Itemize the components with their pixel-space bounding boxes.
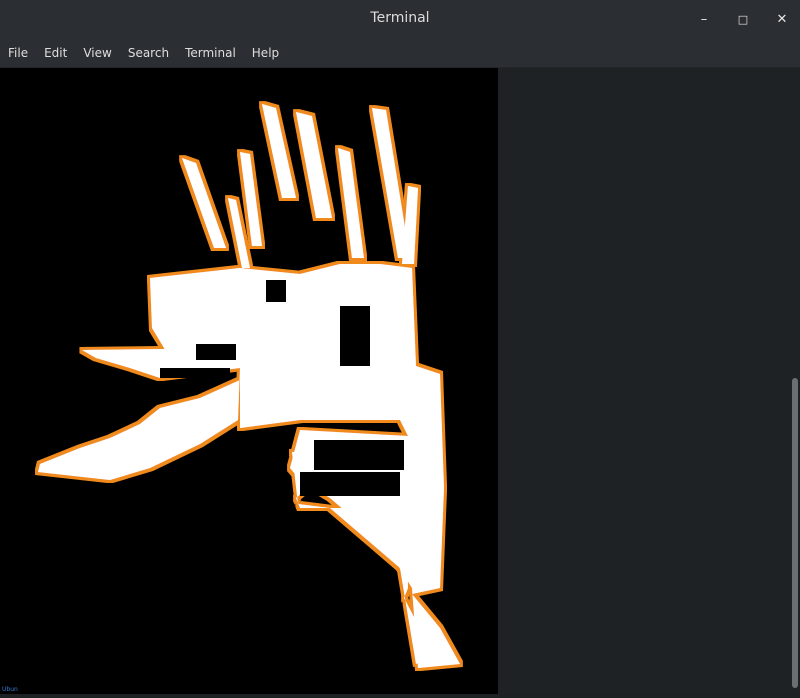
scrollbar-track[interactable]	[790, 68, 800, 694]
minimize-icon: –	[700, 11, 708, 27]
corner-label: Ubun	[2, 686, 18, 693]
title-bar: Terminal – □ ✕	[0, 0, 800, 38]
maximize-button[interactable]: □	[733, 9, 753, 29]
close-button[interactable]: ✕	[772, 9, 792, 29]
menu-terminal[interactable]: Terminal	[179, 38, 242, 68]
menu-edit[interactable]: Edit	[38, 38, 73, 68]
minimize-button[interactable]: –	[694, 9, 714, 29]
menu-help[interactable]: Help	[246, 38, 285, 68]
menu-bar: File Edit View Search Terminal Help	[0, 38, 800, 68]
menu-file[interactable]: File	[2, 38, 34, 68]
menu-view[interactable]: View	[77, 38, 117, 68]
terminal-content[interactable]	[0, 68, 800, 694]
pixel-glyph-image	[38, 104, 460, 668]
glyph-shape	[38, 104, 460, 668]
maximize-icon: □	[737, 12, 749, 26]
close-icon: ✕	[776, 11, 788, 27]
window-title: Terminal	[370, 10, 430, 26]
menu-search[interactable]: Search	[122, 38, 175, 68]
terminal-image-output	[0, 68, 498, 694]
scrollbar-thumb[interactable]	[792, 378, 798, 688]
